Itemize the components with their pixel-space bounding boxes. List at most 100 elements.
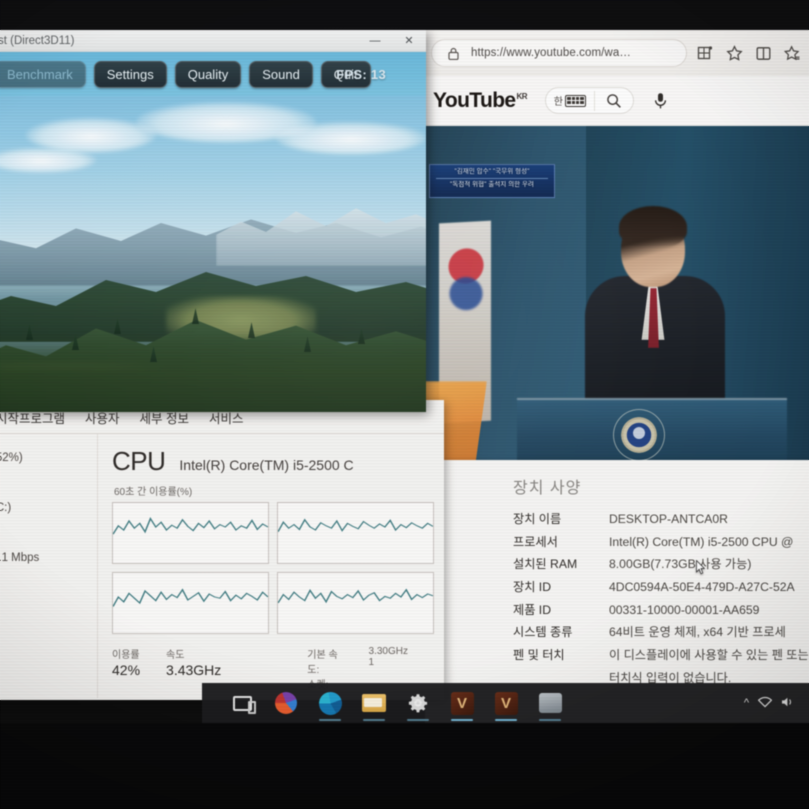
taskbar-item-edge[interactable] bbox=[308, 683, 352, 723]
volume-icon[interactable] bbox=[781, 696, 795, 711]
stat-value: 3.43GHz bbox=[166, 662, 222, 678]
cpu-graph-4 bbox=[277, 572, 434, 634]
taskbar-item-app-v-1[interactable]: V bbox=[440, 683, 484, 723]
system-tray: ^ bbox=[744, 696, 809, 711]
sysinfo-value: DESKTOP-ANTCA0R bbox=[609, 512, 728, 526]
youtube-locale: KR bbox=[516, 91, 528, 101]
sysinfo-value: 00331-10000-00001-AA659 bbox=[609, 602, 760, 617]
settings-button[interactable]: Settings bbox=[93, 60, 167, 88]
search-icon[interactable] bbox=[595, 88, 633, 113]
star-icon[interactable] bbox=[723, 42, 745, 64]
task-manager-window: 시작프로그램 사용자 세부 정보 서비스 (52%) (C:) 1.1 Mbps… bbox=[0, 400, 444, 700]
gear-icon bbox=[408, 693, 428, 713]
benchmark-game-window: st (Direct3D11) — ✕ Benchmark Settings Q… bbox=[0, 30, 426, 412]
sysinfo-row: 제품 ID 00331-10000-00001-AA659 bbox=[425, 599, 809, 622]
collections-icon[interactable] bbox=[694, 42, 716, 64]
cpu-core-graphs bbox=[112, 502, 434, 634]
youtube-header: YouTubeKR 한 bbox=[425, 76, 809, 126]
youtube-video-player[interactable]: "김재민 압수" "국무위 형성" "독점적 위협" 출석지 의한 우려 ◀ bbox=[425, 126, 809, 481]
news-banner-line1: "김재민 압수" "국무위 형성" bbox=[454, 168, 530, 175]
taskbar-item-copilot[interactable] bbox=[264, 683, 308, 723]
task-view-icon bbox=[232, 695, 256, 714]
game-title-text: st (Direct3D11) bbox=[0, 34, 75, 47]
sysinfo-key: 장치 이름 bbox=[513, 512, 562, 526]
task-manager-main: CPU Intel(R) Core(TM) i5-2500 C 60초 간 이용… bbox=[98, 434, 444, 698]
sysinfo-row: 장치 이름 DESKTOP-ANTCA0R bbox=[425, 508, 809, 531]
stat-utilization: 이용률 42% bbox=[112, 646, 140, 691]
sidebar-item-disk[interactable]: (C:) bbox=[0, 502, 89, 516]
sysinfo-value: Intel(R) Core(TM) i5-2500 CPU @ bbox=[609, 534, 794, 549]
system-info-title: 장치 사양 bbox=[513, 480, 582, 497]
folder-icon bbox=[362, 694, 386, 712]
cpu-title: CPU bbox=[112, 446, 166, 476]
sysinfo-key: 장치 ID bbox=[513, 580, 551, 595]
taskbar-item-app-other[interactable] bbox=[528, 683, 572, 723]
minimize-button[interactable]: — bbox=[358, 30, 392, 52]
add-favorite-icon[interactable] bbox=[781, 42, 803, 64]
youtube-search-box[interactable]: 한 bbox=[544, 87, 634, 114]
sysinfo-value: 64비트 운영 체제, x64 기반 프로세 bbox=[609, 625, 786, 640]
taskbar-item-task-view[interactable] bbox=[220, 683, 264, 723]
news-banner: "김재민 압수" "국무위 형성" "독점적 위협" 출석지 의한 우려 bbox=[429, 164, 555, 198]
stat-value-socket: 1 bbox=[368, 657, 375, 668]
sysinfo-key: 제품 ID bbox=[513, 602, 551, 617]
game-title-bar[interactable]: st (Direct3D11) — ✕ bbox=[0, 30, 426, 52]
microphone-icon[interactable] bbox=[648, 88, 674, 114]
cloud bbox=[276, 122, 426, 154]
sysinfo-row: 시스템 종류 64비트 운영 체제, x64 기반 프로세 bbox=[425, 621, 809, 644]
quality-button[interactable]: Quality bbox=[174, 60, 242, 88]
sysinfo-row: 설치된 RAM 8.00GB(7.73GB 사용 가능) bbox=[425, 553, 809, 576]
benchmark-toolbar: Benchmark Settings Quality Sound Quit FP… bbox=[0, 52, 426, 96]
monitor-photo: https://www.youtube.com/wa… YouTubeKR 한 bbox=[0, 0, 809, 809]
keyboard-icon bbox=[564, 94, 586, 107]
sysinfo-key: 설치된 RAM bbox=[513, 557, 578, 572]
copilot-icon bbox=[275, 692, 297, 714]
korean-flag-blue bbox=[439, 276, 491, 320]
sidebar-item-memory[interactable]: (52%) bbox=[0, 452, 89, 466]
sidebar-item-network[interactable]: 1.1 Mbps bbox=[0, 552, 89, 566]
sysinfo-value: 8.00GB(7.73GB 사용 가능) bbox=[609, 557, 752, 572]
ime-toggle[interactable]: 한 bbox=[546, 88, 594, 113]
benchmark-button[interactable]: Benchmark bbox=[0, 60, 86, 88]
taskbar-item-settings[interactable] bbox=[396, 683, 440, 723]
stat-value: 42% bbox=[112, 662, 141, 678]
government-emblem bbox=[614, 410, 664, 460]
cpu-graph-1 bbox=[112, 502, 269, 564]
windows-taskbar: V V ^ bbox=[202, 683, 809, 723]
youtube-logo[interactable]: YouTubeKR bbox=[433, 89, 527, 113]
youtube-logo-text: YouTube bbox=[433, 88, 516, 112]
graph-caption: 60초 간 이용률(%) bbox=[114, 487, 193, 498]
mouse-cursor bbox=[696, 560, 705, 575]
stat-value-base-speed: 3.30GHz bbox=[368, 646, 408, 657]
stat-label: 속도 bbox=[166, 650, 185, 661]
sysinfo-value: 4DC0594A-50E4-479D-A27C-52A bbox=[609, 580, 795, 595]
tray-chevron-icon[interactable]: ^ bbox=[744, 697, 749, 709]
split-screen-icon[interactable] bbox=[752, 42, 774, 64]
network-icon[interactable] bbox=[757, 696, 773, 711]
v-app-icon: V bbox=[494, 691, 518, 715]
cpu-heading: CPU Intel(R) Core(TM) i5-2500 C bbox=[112, 446, 434, 477]
task-manager-sidebar: (52%) (C:) 1.1 Mbps bbox=[0, 434, 98, 698]
stat-label: 기본 속도: bbox=[307, 650, 338, 676]
cpu-graph-2 bbox=[277, 502, 434, 564]
address-bar-url: https://www.youtube.com/wa… bbox=[471, 47, 631, 59]
fps-counter: FPS: 13 bbox=[336, 66, 386, 82]
address-bar[interactable]: https://www.youtube.com/wa… bbox=[431, 39, 687, 67]
sysinfo-row: 프로세서 Intel(R) Core(TM) i5-2500 CPU @ bbox=[425, 531, 809, 554]
taskbar-item-file-explorer[interactable] bbox=[352, 683, 396, 723]
game-3d-scene[interactable] bbox=[0, 96, 426, 412]
sysinfo-row: 장치 ID 4DC0594A-50E4-479D-A27C-52A bbox=[425, 576, 809, 599]
taskbar-item-app-v-2[interactable]: V bbox=[484, 683, 528, 723]
edge-icon bbox=[318, 691, 342, 715]
close-button[interactable]: ✕ bbox=[392, 30, 426, 52]
monitor-letterbox-top bbox=[0, 0, 809, 30]
sound-button[interactable]: Sound bbox=[249, 60, 313, 88]
sysinfo-key: 시스템 종류 bbox=[513, 625, 573, 640]
cpu-model: Intel(R) Core(TM) i5-2500 C bbox=[179, 457, 354, 473]
monitor-letterbox-bottom bbox=[0, 723, 809, 809]
stat-label: 이용률 bbox=[112, 650, 140, 661]
ime-label: 한 bbox=[553, 97, 563, 108]
window-controls: — ✕ bbox=[358, 30, 426, 52]
news-banner-line2: "독점적 위협" 출석지 의한 우려 bbox=[450, 180, 534, 188]
news-banner-divider bbox=[436, 178, 548, 180]
